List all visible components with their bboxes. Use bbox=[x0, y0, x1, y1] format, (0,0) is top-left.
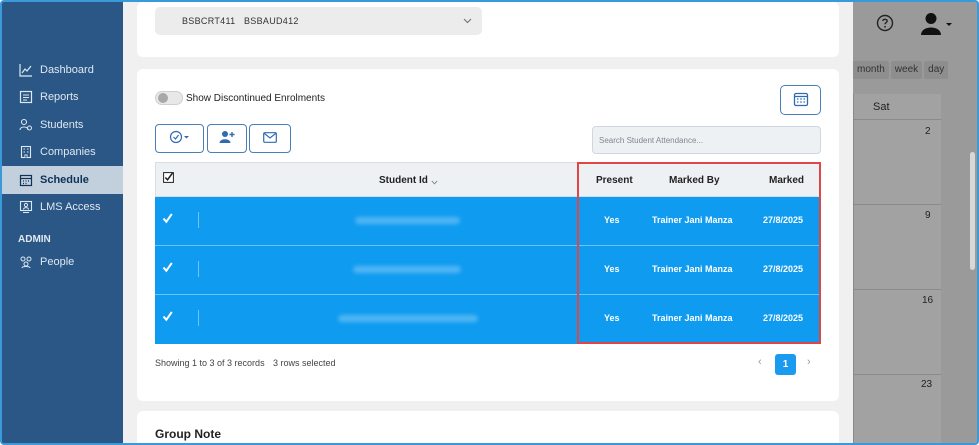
chevron-down-icon[interactable] bbox=[463, 16, 472, 25]
discontinued-toggle[interactable] bbox=[155, 91, 183, 105]
cell-marked: 27/8/2025 bbox=[763, 264, 804, 274]
sidebar-item-label: People bbox=[40, 255, 75, 268]
calendar-day-number[interactable]: 23 bbox=[921, 379, 932, 390]
page-scrollbar[interactable] bbox=[970, 152, 975, 270]
table-row[interactable]: Yes Trainer Jani Manza 27/8/2025 bbox=[155, 246, 821, 295]
cell-marked-by: Trainer Jani Manza bbox=[652, 215, 733, 225]
sort-chevron-down-icon[interactable] bbox=[431, 177, 438, 189]
pagination-prev-button[interactable]: ‹ bbox=[758, 356, 762, 368]
calendar-day-header: Sat bbox=[853, 94, 941, 120]
sidebar-item-label: Dashboard bbox=[40, 63, 94, 76]
calendar-button[interactable] bbox=[780, 85, 821, 115]
cell-marked-by: Trainer Jani Manza bbox=[652, 313, 733, 323]
unit-tag: BSBAUD412 bbox=[244, 16, 299, 26]
sidebar-item-dashboard[interactable]: Dashboard bbox=[2, 56, 123, 84]
sidebar-item-label: Reports bbox=[40, 91, 79, 104]
sidebar: Dashboard Reports Students Companies Sch… bbox=[2, 2, 123, 443]
chart-line-icon bbox=[18, 62, 34, 78]
unit-tag: BSBCRT411 bbox=[182, 16, 236, 26]
redacted-student-id bbox=[355, 217, 460, 224]
column-header-student-id[interactable]: Student Id bbox=[379, 175, 428, 186]
table-header: Student Id Present Marked By Marked bbox=[155, 162, 821, 197]
calendar-view-week[interactable]: week bbox=[890, 61, 923, 79]
redacted-student-id bbox=[353, 266, 461, 273]
pagination-page-1[interactable]: 1 bbox=[775, 354, 796, 375]
calendar-day-number[interactable]: 2 bbox=[925, 126, 931, 137]
building-icon bbox=[18, 144, 34, 160]
cell-present: Yes bbox=[604, 215, 620, 225]
calendar-grid bbox=[853, 94, 941, 443]
sidebar-item-schedule[interactable]: Schedule bbox=[2, 166, 123, 194]
cell-present: Yes bbox=[604, 313, 620, 323]
column-header-marked[interactable]: Marked bbox=[769, 175, 804, 186]
table-row[interactable]: Yes Trainer Jani Manza 27/8/2025 bbox=[155, 295, 821, 344]
row-checkbox-icon[interactable] bbox=[162, 213, 173, 224]
cell-present: Yes bbox=[604, 264, 620, 274]
calendar-icon bbox=[793, 91, 809, 110]
row-divider bbox=[198, 310, 199, 326]
report-icon bbox=[18, 89, 34, 105]
envelope-icon bbox=[263, 131, 277, 146]
email-button[interactable] bbox=[249, 124, 291, 153]
column-header-marked-by[interactable]: Marked By bbox=[669, 175, 720, 186]
sidebar-item-label: Companies bbox=[40, 146, 96, 159]
calendar-icon bbox=[18, 172, 34, 188]
calendar-view-day[interactable]: day bbox=[924, 61, 949, 79]
redacted-student-id bbox=[338, 315, 478, 322]
group-note-card bbox=[137, 411, 839, 443]
cell-marked: 27/8/2025 bbox=[763, 215, 804, 225]
attendance-table: Student Id Present Marked By Marked Yes … bbox=[155, 162, 821, 344]
sidebar-item-students[interactable]: Students bbox=[2, 111, 123, 139]
sidebar-item-companies[interactable]: Companies bbox=[2, 139, 123, 167]
row-divider bbox=[198, 212, 199, 228]
calendar-view-month[interactable]: month bbox=[853, 61, 889, 79]
sidebar-heading-admin: ADMIN bbox=[18, 233, 51, 245]
rows-selected-summary: 3 rows selected bbox=[273, 358, 336, 368]
calendar-week-divider bbox=[853, 289, 941, 290]
sidebar-item-label: LMS Access bbox=[40, 201, 101, 214]
calendar-view-toolbar: month week day bbox=[853, 61, 949, 79]
add-student-button[interactable] bbox=[207, 124, 247, 153]
sidebar-nav: Dashboard Reports Students Companies Sch… bbox=[2, 56, 123, 276]
discontinued-toggle-label: Show Discontinued Enrolments bbox=[186, 93, 325, 104]
pagination-next-button[interactable]: › bbox=[807, 356, 811, 368]
calendar-week-divider bbox=[853, 204, 941, 205]
column-header-present[interactable]: Present bbox=[596, 175, 633, 186]
calendar-week-divider bbox=[853, 374, 941, 375]
mark-attendance-dropdown-button[interactable] bbox=[155, 124, 204, 153]
row-checkbox-icon[interactable] bbox=[162, 262, 173, 273]
calendar-day-number[interactable]: 16 bbox=[922, 295, 933, 306]
user-plus-icon bbox=[219, 130, 235, 147]
app-window: Dashboard Reports Students Companies Sch… bbox=[0, 0, 979, 445]
cell-marked-by: Trainer Jani Manza bbox=[652, 264, 733, 274]
sidebar-item-label: Students bbox=[40, 118, 84, 131]
group-note-title: Group Note bbox=[155, 427, 221, 441]
calendar-day-number[interactable]: 9 bbox=[925, 210, 931, 221]
sidebar-item-reports[interactable]: Reports bbox=[2, 84, 123, 112]
row-divider bbox=[198, 261, 199, 277]
people-icon bbox=[18, 254, 34, 270]
unit-select[interactable]: BSBCRT411 BSBAUD412 bbox=[155, 7, 482, 35]
sidebar-item-lms-access[interactable]: LMS Access bbox=[2, 194, 123, 222]
help-icon[interactable] bbox=[876, 14, 894, 32]
check-circle-icon bbox=[169, 130, 191, 147]
students-icon bbox=[18, 117, 34, 133]
select-all-checkbox-icon[interactable] bbox=[163, 172, 174, 183]
sidebar-item-label: Schedule bbox=[40, 173, 89, 186]
search-attendance-input[interactable] bbox=[592, 126, 821, 154]
records-summary: Showing 1 to 3 of 3 records bbox=[155, 358, 265, 368]
cell-marked: 27/8/2025 bbox=[763, 313, 804, 323]
table-row[interactable]: Yes Trainer Jani Manza 27/8/2025 bbox=[155, 197, 821, 246]
monitor-user-icon bbox=[18, 199, 34, 215]
row-checkbox-icon[interactable] bbox=[162, 311, 173, 322]
user-avatar-icon[interactable] bbox=[920, 12, 952, 36]
sidebar-item-people[interactable]: People bbox=[2, 248, 123, 276]
